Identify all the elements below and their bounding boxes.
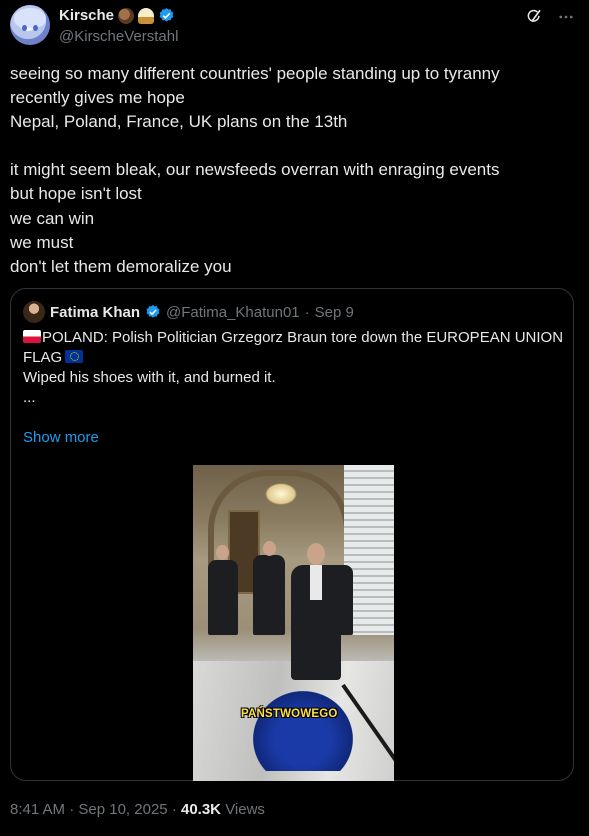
- quote-author-name[interactable]: Fatima Khan: [50, 304, 140, 321]
- show-more-link[interactable]: Show more: [23, 429, 99, 446]
- video-caption: PAŃSTWOWEGO: [241, 708, 338, 720]
- more-icon[interactable]: [557, 8, 575, 26]
- views-label: Views: [225, 801, 265, 818]
- quote-text: POLAND: Polish Politician Grzegorz Braun…: [23, 328, 568, 408]
- author-handle[interactable]: @KirscheVerstahl: [59, 28, 178, 45]
- quote-author-avatar[interactable]: [23, 301, 45, 323]
- quoted-post[interactable]: Fatima Khan @Fatima_Khatun01 · Sep 9 POL…: [10, 288, 574, 781]
- coconut-emoji-icon: [118, 7, 135, 24]
- header-actions: [525, 8, 575, 26]
- post-date[interactable]: Sep 10, 2025: [78, 801, 167, 818]
- author-display-name[interactable]: Kirsche: [59, 7, 114, 24]
- poland-flag-icon: [23, 330, 41, 343]
- separator-dot: ·: [69, 801, 75, 818]
- author-name-row[interactable]: Kirsche: [59, 7, 175, 24]
- post-text: seeing so many different countries' peop…: [10, 64, 500, 276]
- verified-badge-icon: [159, 8, 174, 22]
- author-avatar[interactable]: [10, 5, 50, 45]
- post-meta: 8:41 AM · Sep 10, 2025 · 40.3K Views: [10, 801, 265, 818]
- separator-dot: ·: [171, 801, 177, 818]
- eu-flag-icon: [65, 350, 84, 363]
- post: Kirsche @KirscheVerstahl seeing so many …: [0, 0, 589, 836]
- post-time[interactable]: 8:41 AM: [10, 801, 65, 818]
- quote-text-line2: Wiped his shoes with it, and burned it. …: [23, 369, 276, 406]
- quote-date[interactable]: Sep 9: [315, 304, 354, 321]
- quote-header: Fatima Khan @Fatima_Khatun01 · Sep 9: [23, 301, 354, 323]
- verified-badge-icon: [146, 305, 160, 318]
- grok-icon[interactable]: [525, 8, 543, 26]
- separator-dot: ·: [304, 303, 310, 321]
- quote-author-handle[interactable]: @Fatima_Khatun01: [166, 304, 300, 321]
- cupcake-emoji-icon: [138, 7, 155, 24]
- quote-text-line1: POLAND: Polish Politician Grzegorz Braun…: [23, 329, 568, 366]
- views-count[interactable]: 40.3K: [181, 801, 221, 818]
- quote-video-thumbnail[interactable]: PAŃSTWOWEGO: [193, 465, 394, 781]
